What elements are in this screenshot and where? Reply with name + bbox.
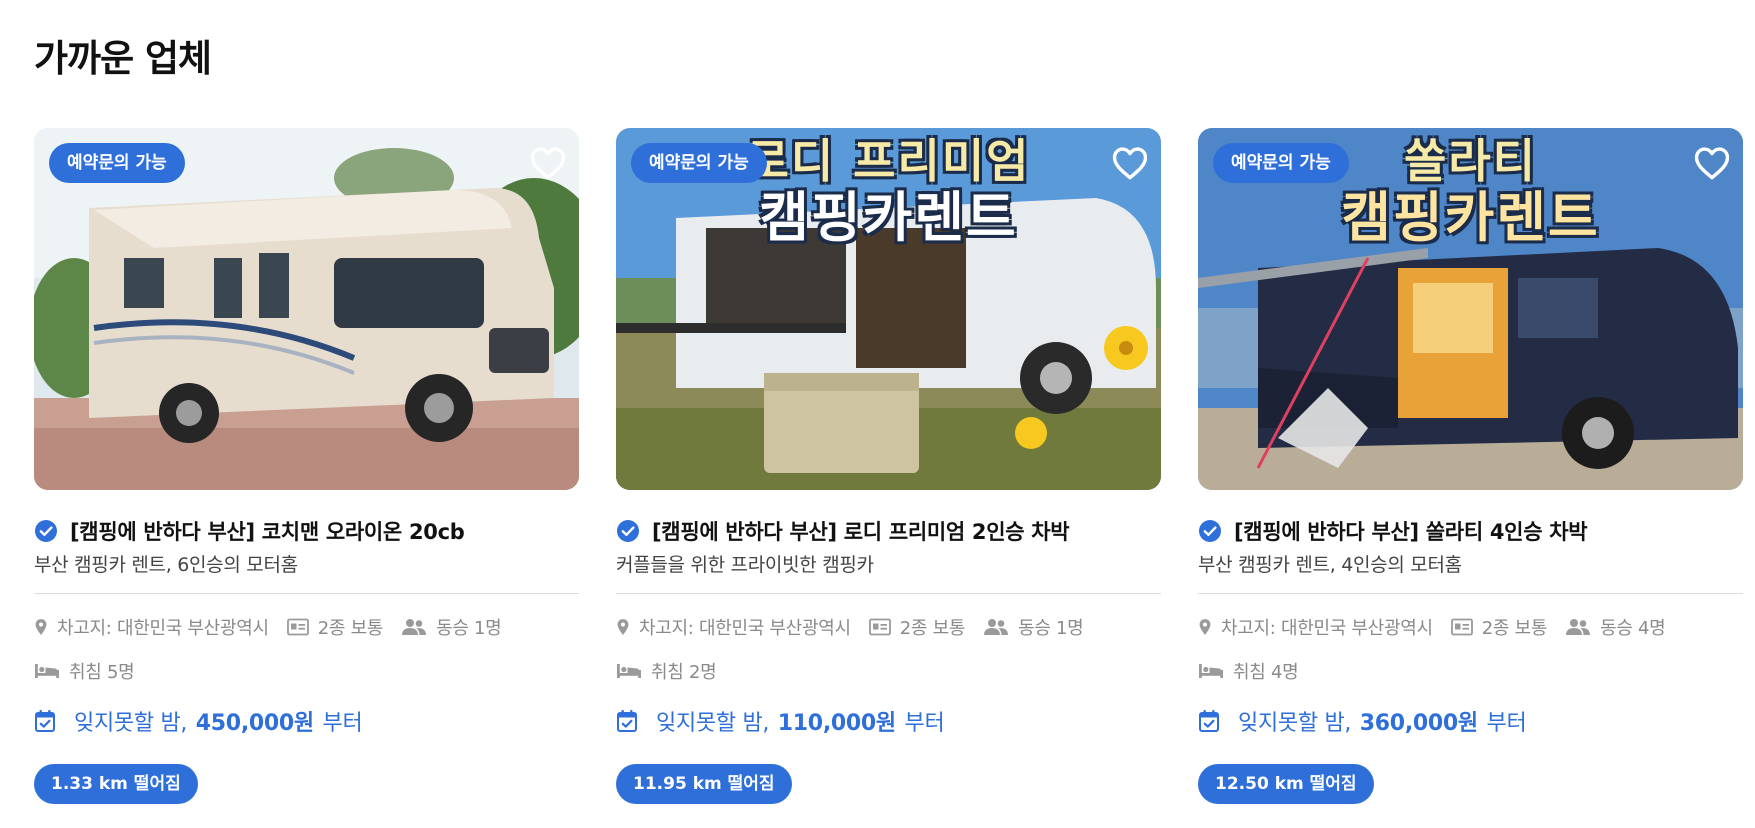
garage-location: 차고지: 대한민국 부산광역시 (639, 618, 851, 639)
sleeping-capacity: 취침 2명 (651, 662, 717, 683)
listing-photo[interactable]: 쏠라티 캠핑카렌트 예약문의 가능 (1198, 128, 1743, 490)
passenger-count: 동승 1명 (436, 618, 502, 639)
listing-subtitle: 부산 캠핑카 렌트, 4인승의 모터홈 (1198, 554, 1462, 576)
location-pin-icon (34, 618, 48, 636)
listing-card[interactable]: 쏠라티 캠핑카렌트 예약문의 가능 [캠핑에 반하다 부산] 쏠라티 4인승 차… (1198, 128, 1743, 804)
heart-outline-icon[interactable] (1693, 146, 1731, 180)
sleeping-capacity: 취침 5명 (69, 662, 135, 683)
calendar-check-icon (1198, 709, 1220, 733)
passenger-count: 동승 4명 (1600, 618, 1666, 639)
listing-cards: 예약문의 가능 [캠핑에 반하다 부산] 코치맨 오라이온 20cb 부산 캠핑… (34, 128, 1743, 804)
location-pin-icon (1198, 618, 1212, 636)
check-circle-icon (34, 519, 58, 543)
price-info: 잊지못할 밤, 450,000원 부터 (34, 706, 579, 736)
garage-location: 차고지: 대한민국 부산광역시 (57, 618, 269, 639)
listing-title[interactable]: [캠핑에 반하다 부산] 로디 프리미엄 2인승 차박 (652, 516, 1070, 546)
distance-badge: 1.33 km 떨어짐 (34, 764, 198, 804)
check-circle-icon (1198, 519, 1222, 543)
listing-subtitle: 부산 캠핑카 렌트, 6인승의 모터홈 (34, 554, 298, 576)
heart-outline-icon[interactable] (529, 146, 567, 180)
users-icon (1565, 618, 1591, 636)
check-circle-icon (616, 519, 640, 543)
reservation-badge: 예약문의 가능 (49, 143, 185, 183)
calendar-check-icon (616, 709, 638, 733)
listing-title[interactable]: [캠핑에 반하다 부산] 코치맨 오라이온 20cb (70, 516, 465, 546)
calendar-check-icon (34, 709, 56, 733)
license-type: 2종 보통 (1481, 618, 1548, 639)
price-prefix: 잊지못할 밤, (1238, 711, 1352, 736)
distance-badge: 11.95 km 떨어짐 (616, 764, 792, 804)
price-prefix: 잊지못할 밤, (656, 711, 770, 736)
price-value: 110,000원 (777, 711, 896, 736)
price-suffix: 부터 (1486, 711, 1527, 736)
id-card-icon (287, 618, 309, 636)
reservation-badge: 예약문의 가능 (631, 143, 767, 183)
price-info: 잊지못할 밤, 110,000원 부터 (616, 706, 1161, 736)
users-icon (983, 618, 1009, 636)
divider (34, 593, 579, 594)
divider (616, 593, 1161, 594)
id-card-icon (1451, 618, 1473, 636)
distance-badge: 12.50 km 떨어짐 (1198, 764, 1374, 804)
listing-card[interactable]: 예약문의 가능 [캠핑에 반하다 부산] 코치맨 오라이온 20cb 부산 캠핑… (34, 128, 579, 804)
price-info: 잊지못할 밤, 360,000원 부터 (1198, 706, 1743, 736)
license-type: 2종 보통 (899, 618, 966, 639)
location-pin-icon (616, 618, 630, 636)
price-suffix: 부터 (322, 711, 363, 736)
price-value: 450,000원 (195, 711, 314, 736)
listing-card[interactable]: 로디 프리미엄 캠핑카렌트 예약문의 가능 [캠핑에 반하다 부산] 로디 프리… (616, 128, 1161, 804)
listing-photo[interactable]: 예약문의 가능 (34, 128, 579, 490)
users-icon (401, 618, 427, 636)
bed-icon (616, 662, 642, 680)
passenger-count: 동승 1명 (1018, 618, 1084, 639)
sleeping-capacity: 취침 4명 (1233, 662, 1299, 683)
divider (1198, 593, 1743, 594)
section-title: 가까운 업체 (34, 37, 212, 80)
bed-icon (34, 662, 60, 680)
license-type: 2종 보통 (317, 618, 384, 639)
reservation-badge: 예약문의 가능 (1213, 143, 1349, 183)
listing-subtitle: 커플들을 위한 프라이빗한 캠핑카 (616, 554, 874, 576)
price-prefix: 잊지못할 밤, (74, 711, 188, 736)
listing-title[interactable]: [캠핑에 반하다 부산] 쏠라티 4인승 차박 (1234, 516, 1588, 546)
price-value: 360,000원 (1359, 711, 1478, 736)
listing-photo[interactable]: 로디 프리미엄 캠핑카렌트 예약문의 가능 (616, 128, 1161, 490)
heart-outline-icon[interactable] (1111, 146, 1149, 180)
bed-icon (1198, 662, 1224, 680)
id-card-icon (869, 618, 891, 636)
price-suffix: 부터 (904, 711, 945, 736)
garage-location: 차고지: 대한민국 부산광역시 (1221, 618, 1433, 639)
